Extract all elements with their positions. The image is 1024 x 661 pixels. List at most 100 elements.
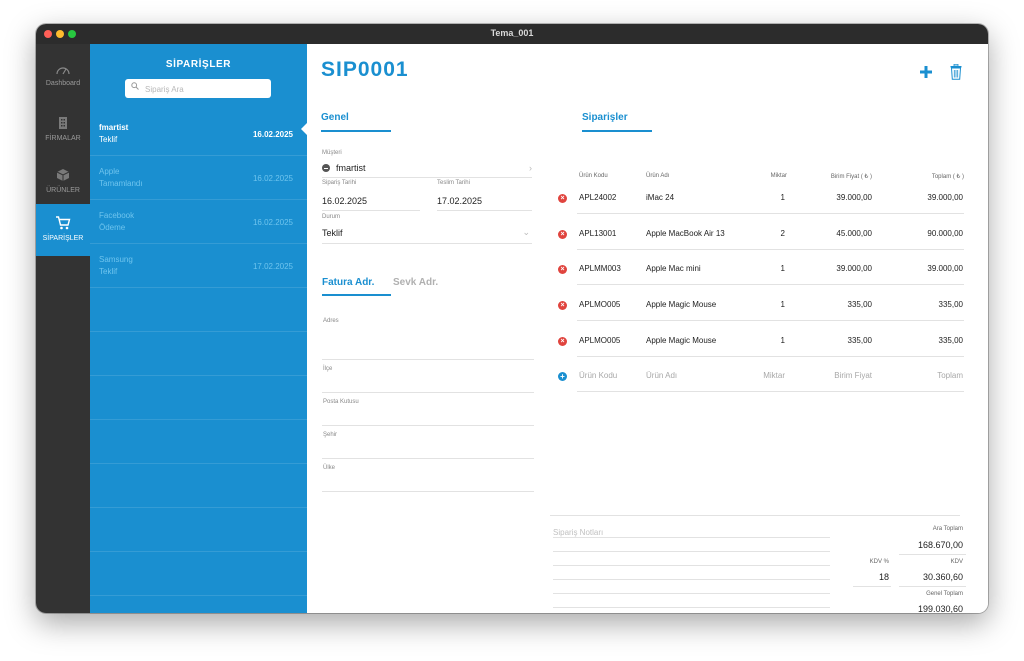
title-bar: Tema_001: [36, 24, 988, 44]
building-icon: [36, 116, 90, 133]
items-section-title: Siparişler: [582, 112, 628, 123]
address-field[interactable]: [323, 326, 533, 359]
row-divider: [577, 249, 964, 250]
chevron-right-icon: ›: [529, 163, 532, 173]
order-date-field[interactable]: 16.02.2025: [322, 196, 367, 206]
remove-row-icon[interactable]: ×: [558, 230, 567, 239]
divider: [853, 586, 891, 587]
new-code-input[interactable]: Ürün Kodu: [579, 371, 617, 380]
left-navigation: Dashboard FİRMALAR ÜRÜNLER SİPARİŞLER: [36, 44, 90, 613]
tab-invoice-address[interactable]: Fatura Adr.: [322, 277, 374, 288]
divider: [322, 177, 532, 178]
cell-qty[interactable]: 1: [747, 264, 785, 273]
remove-row-icon[interactable]: ×: [558, 194, 567, 203]
order-list-item[interactable]: Apple Tamamlandı 16.02.2025: [90, 155, 307, 200]
cell-qty[interactable]: 1: [747, 300, 785, 309]
order-date-label: Sipariş Tarihi: [322, 180, 357, 186]
nav-item-dashboard[interactable]: Dashboard: [36, 52, 90, 104]
new-price-input[interactable]: Birim Fiyat: [797, 371, 872, 380]
cell-price[interactable]: 45.000,00: [797, 229, 872, 238]
cell-qty[interactable]: 1: [747, 193, 785, 202]
divider: [899, 554, 966, 555]
status-dropdown[interactable]: Teklif ⌄: [322, 227, 532, 242]
delivery-date-field[interactable]: 17.02.2025: [437, 196, 482, 206]
cell-qty[interactable]: 2: [747, 229, 785, 238]
remove-row-icon[interactable]: ×: [558, 265, 567, 274]
remove-row-icon[interactable]: ×: [558, 337, 567, 346]
cell-total: 90.000,00: [927, 229, 963, 238]
box-icon: [36, 168, 90, 185]
orders-panel-title: SİPARİŞLER: [165, 59, 232, 70]
note-line: [553, 565, 830, 566]
order-list-item[interactable]: fmartist Teklif 16.02.2025: [90, 111, 307, 156]
grand-total-label: Genel Toplam: [926, 591, 963, 597]
orders-list-panel: SİPARİŞLER fmartist Teklif 16.02.2025 Ap…: [90, 44, 307, 613]
cell-price[interactable]: 335,00: [797, 336, 872, 345]
nav-label: Dashboard: [45, 80, 81, 87]
delivery-date-label: Teslim Tarihi: [437, 180, 470, 186]
order-customer: fmartist: [99, 123, 129, 132]
nav-item-urunler[interactable]: ÜRÜNLER: [36, 156, 90, 208]
cell-code[interactable]: APL24002: [579, 193, 616, 202]
order-date: 16.02.2025: [252, 130, 293, 139]
vat-rate-input[interactable]: 18: [852, 572, 889, 582]
col-header-qty: Miktar: [770, 173, 787, 179]
tab-shipping-address[interactable]: Sevk Adr.: [393, 277, 438, 288]
plus-icon: [920, 66, 932, 78]
trash-icon: [950, 63, 962, 80]
country-field[interactable]: [323, 473, 533, 489]
order-list-item[interactable]: Samsung Teklif 17.02.2025: [90, 243, 307, 288]
cell-price[interactable]: 39.000,00: [797, 264, 872, 273]
vat-value: 30.360,60: [922, 572, 963, 582]
cell-code[interactable]: APL13001: [579, 229, 616, 238]
new-name-input[interactable]: Ürün Adı: [646, 371, 677, 380]
nav-label: ÜRÜNLER: [46, 187, 80, 194]
cell-name[interactable]: Apple Mac mini: [646, 264, 701, 273]
cell-total: 335,00: [938, 336, 963, 345]
order-customer: Samsung: [99, 255, 133, 264]
cell-code[interactable]: APLMM003: [579, 264, 621, 273]
window-title: Tema_001: [490, 28, 534, 38]
nav-label: FİRMALAR: [45, 135, 81, 142]
grand-total-value: 199.030,60: [917, 604, 963, 613]
cell-code[interactable]: APLMO005: [579, 300, 620, 309]
cell-name[interactable]: Apple Magic Mouse: [646, 336, 716, 345]
add-order-button[interactable]: [920, 62, 932, 78]
cell-code[interactable]: APLMO005: [579, 336, 620, 345]
new-qty-input[interactable]: Miktar: [747, 371, 785, 380]
divider: [322, 491, 534, 492]
note-line: [553, 579, 830, 580]
cell-total: 335,00: [938, 300, 963, 309]
cell-name[interactable]: iMac 24: [646, 193, 674, 202]
divider: [322, 425, 534, 426]
order-detail: SIP0001 Genel Müşteri fmartist › Sipariş…: [307, 44, 988, 613]
customer-field[interactable]: fmartist ›: [322, 162, 532, 176]
cell-price[interactable]: 335,00: [797, 300, 872, 309]
add-row-icon[interactable]: +: [558, 372, 567, 381]
order-status: Ödeme: [99, 223, 126, 232]
district-field[interactable]: [323, 374, 533, 390]
order-list-item[interactable]: Facebook Ödeme 16.02.2025: [90, 199, 307, 244]
delete-order-button[interactable]: [950, 63, 962, 80]
note-line: [553, 593, 830, 594]
nav-label: SİPARİŞLER: [42, 235, 84, 242]
city-field[interactable]: [323, 440, 533, 456]
status-label: Durum: [322, 214, 341, 220]
order-status: Tamamlandı: [99, 179, 143, 188]
col-header-price: Birim Fiyat ( ₺ ): [830, 174, 872, 180]
cell-name[interactable]: Apple Magic Mouse: [646, 300, 716, 309]
note-line: [553, 551, 830, 552]
search-input[interactable]: [143, 81, 267, 97]
postal-code-field[interactable]: [323, 407, 533, 423]
remove-row-icon[interactable]: ×: [558, 301, 567, 310]
col-header-code: Ürün Kodu: [579, 173, 608, 179]
search-box: [125, 79, 271, 98]
row-divider: [577, 391, 964, 392]
cell-qty[interactable]: 1: [747, 336, 785, 345]
empty-list-row: [90, 507, 307, 552]
nav-item-siparisler[interactable]: SİPARİŞLER: [36, 204, 90, 256]
app-window: Tema_001 Dashboard FİRMALAR ÜRÜNLER SİPA…: [36, 24, 988, 613]
nav-item-firmalar[interactable]: FİRMALAR: [36, 104, 90, 156]
cell-name[interactable]: Apple MacBook Air 13: [646, 229, 725, 238]
cell-price[interactable]: 39.000,00: [797, 193, 872, 202]
